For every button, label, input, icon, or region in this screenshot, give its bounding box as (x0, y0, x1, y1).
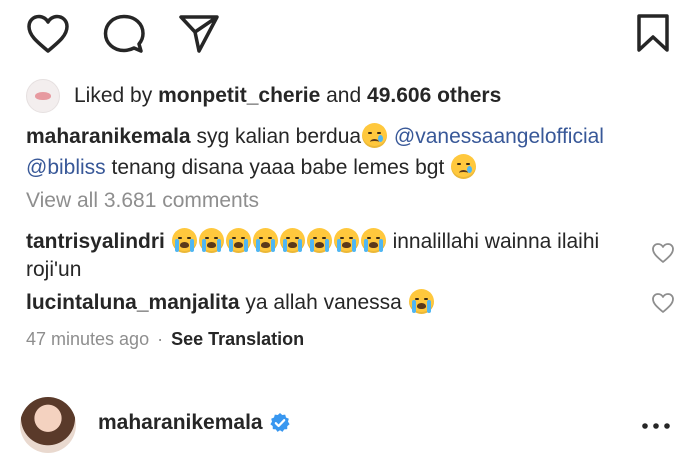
loudly-crying-face-icon (171, 228, 197, 253)
post-timestamp: 47 minutes ago (26, 329, 150, 349)
post-header-user: maharanikemala (98, 411, 291, 435)
loudly-crying-face-icon (279, 228, 305, 253)
avatar[interactable] (20, 397, 76, 453)
loudly-crying-face-icon (360, 228, 386, 253)
comment-item: lucintaluna_manjalita ya allah vanessa (26, 289, 626, 317)
loudly-crying-face-icon (333, 228, 359, 253)
comment-text: ya allah vanessa (245, 291, 402, 314)
caption-text: tenang disana yaaa babe lemes bgt (111, 156, 445, 179)
crying-face-icon (362, 123, 388, 148)
mention-link[interactable]: @bibliss (26, 156, 106, 179)
bookmark-icon[interactable] (636, 13, 670, 53)
comment-like-heart-icon[interactable] (651, 242, 675, 264)
share-icon[interactable] (178, 14, 220, 54)
comment-item: tantrisyalindri innalillahi wainna ilaih… (26, 228, 626, 284)
loudly-crying-face-icon (408, 289, 434, 314)
loudly-crying-face-icon (198, 228, 224, 253)
mention-link[interactable]: @vanessaangelofficial (394, 125, 604, 148)
see-translation-link[interactable]: See Translation (171, 329, 304, 350)
likes-prefix: Liked by (74, 84, 153, 107)
post-username[interactable]: maharanikemala (98, 411, 263, 435)
post-meta: 47 minutes ago · See Translation (26, 329, 304, 350)
more-icon[interactable] (642, 423, 670, 429)
caption-text: syg kalian berdua (196, 125, 362, 148)
meta-separator: · (157, 329, 164, 349)
loudly-crying-face-icon (306, 228, 332, 253)
comment-username[interactable]: lucintaluna_manjalita (26, 291, 240, 314)
loudly-crying-face-icon (225, 228, 251, 253)
loudly-crying-face-icon (252, 228, 278, 253)
comment-username[interactable]: tantrisyalindri (26, 230, 165, 253)
comment-icon[interactable] (103, 14, 145, 54)
comment-like-heart-icon[interactable] (651, 292, 675, 314)
crying-face-icon (451, 154, 477, 179)
likes-conjunction: and (326, 84, 362, 107)
liker-avatar[interactable] (26, 79, 60, 113)
likes-summary: Liked by monpetit_cherie and 49.606 othe… (26, 79, 501, 113)
verified-icon (270, 413, 290, 432)
post-caption: maharanikemala syg kalian berdua @vaness… (26, 121, 686, 183)
view-all-comments-link[interactable]: View all 3.681 comments (26, 189, 259, 213)
caption-username[interactable]: maharanikemala (26, 125, 191, 148)
likes-count[interactable]: 49.606 others (367, 84, 501, 108)
heart-icon[interactable] (26, 14, 70, 54)
liker-username[interactable]: monpetit_cherie (158, 84, 320, 108)
